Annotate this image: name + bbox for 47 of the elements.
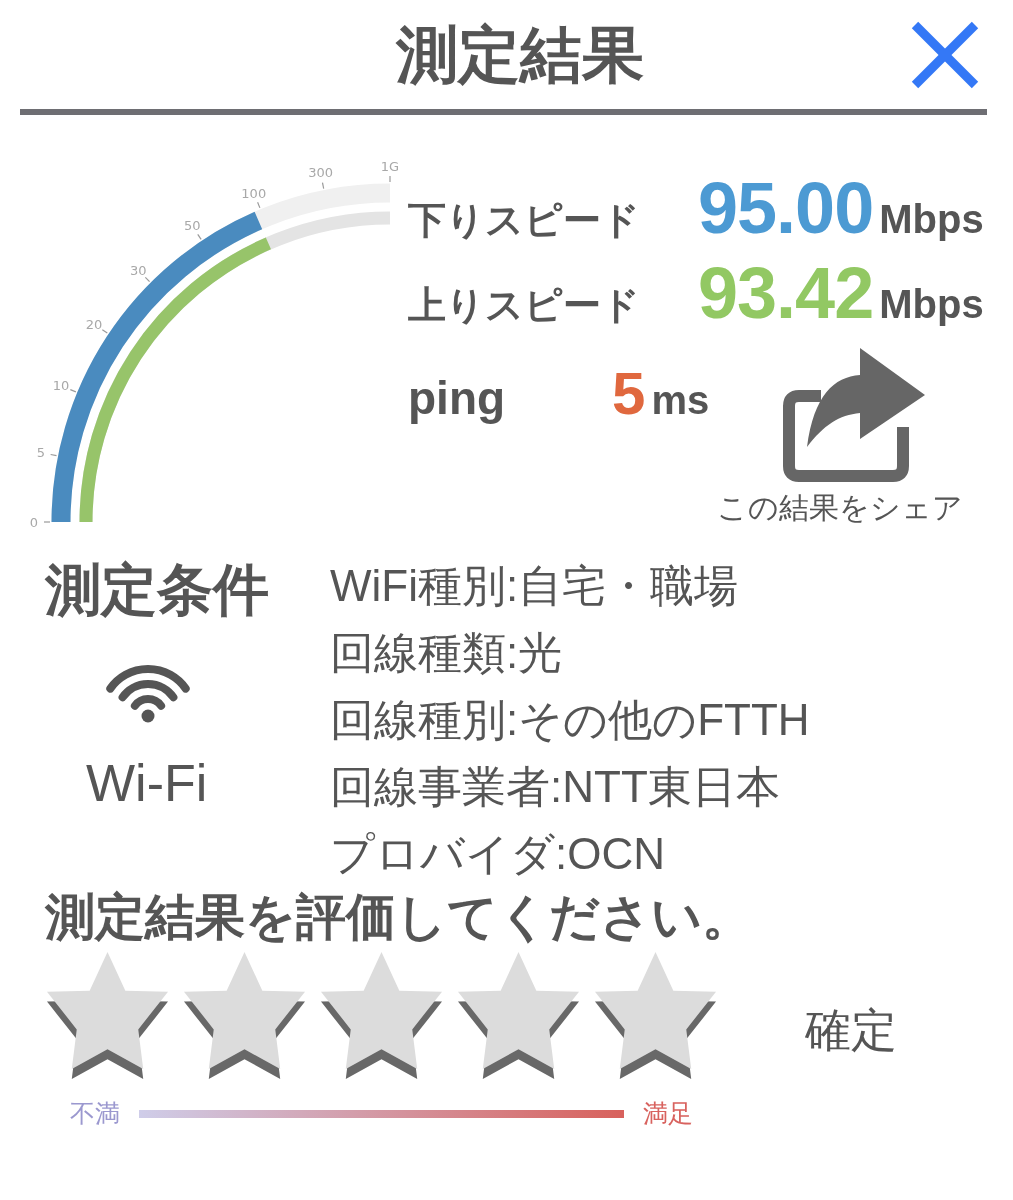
close-button[interactable] xyxy=(910,19,980,90)
star-rating[interactable] xyxy=(45,952,718,1081)
gauge-tick-label: 5 xyxy=(36,445,45,461)
star-icon[interactable] xyxy=(182,952,307,1081)
ping-unit: ms xyxy=(651,380,710,420)
condition-item: 回線種類:光 xyxy=(330,627,564,679)
tick-mark xyxy=(257,201,261,209)
speed-unit: Mbps xyxy=(879,284,984,324)
page-title: 測定結果 xyxy=(395,23,644,86)
tick-mark xyxy=(321,182,325,190)
star-icon[interactable] xyxy=(45,952,170,1081)
condition-item: 回線種別:その他のFTTH xyxy=(330,694,810,746)
gauge-tick-label: 100 xyxy=(241,185,267,201)
gauge-tick-label: 10 xyxy=(52,378,70,394)
gauge-tick-label: 300 xyxy=(308,165,333,181)
section-title: 測定条件 xyxy=(45,557,270,623)
star-icon[interactable] xyxy=(456,952,581,1081)
star-icon[interactable] xyxy=(319,952,444,1081)
condition-item: WiFi種別:自宅・職場 xyxy=(330,560,740,612)
tick-mark xyxy=(69,389,77,393)
ping-value: 5 xyxy=(612,364,646,424)
connection-type: Wi-Fi xyxy=(86,753,208,814)
speed-label: 下りスピード xyxy=(408,201,641,239)
speed-label: 上りスピード xyxy=(408,286,641,324)
tick-mark xyxy=(43,521,51,523)
close-icon xyxy=(910,19,980,90)
gauge-tick-label: 20 xyxy=(85,316,103,332)
condition-item: プロバイダ:OCN xyxy=(330,828,666,880)
tick-mark xyxy=(144,276,151,283)
gauge-tick-label: 1G xyxy=(380,158,400,174)
tick-mark xyxy=(101,329,108,334)
confirm-button[interactable]: 確定 xyxy=(805,1007,897,1053)
share-button[interactable]: この結果をシェア xyxy=(717,345,964,526)
gauge-tick-label: 50 xyxy=(183,218,201,234)
scale-high-label: 満足 xyxy=(643,1101,693,1126)
tick-mark xyxy=(50,453,58,457)
speed-value: 93.42 xyxy=(698,257,874,329)
rating-prompt: 測定結果を評価してください。 xyxy=(45,888,752,947)
tick-mark xyxy=(197,233,202,240)
scale-low-label: 不満 xyxy=(70,1101,120,1126)
speed-value: 95.00 xyxy=(698,172,874,244)
gauge-tick-label: 0 xyxy=(29,514,39,528)
speed-unit: Mbps xyxy=(879,199,984,239)
gauge-tick-label: 30 xyxy=(130,262,147,278)
tick-mark xyxy=(389,175,391,183)
star-icon[interactable] xyxy=(593,952,718,1081)
condition-item: 回線事業者:NTT東日本 xyxy=(330,761,781,813)
